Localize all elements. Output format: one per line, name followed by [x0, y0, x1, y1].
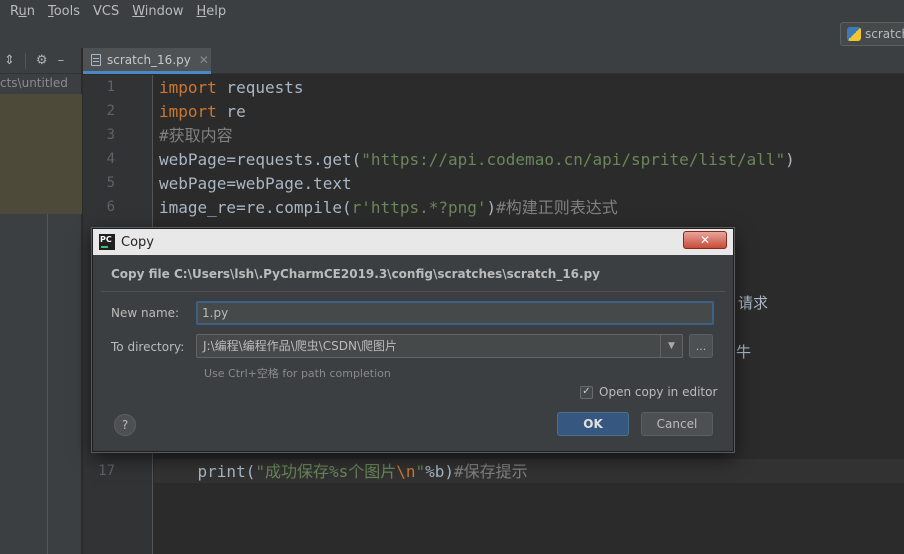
- line-number: 5: [106, 175, 115, 191]
- gear-icon[interactable]: ⚙: [36, 53, 48, 68]
- tab-label: scratch_16.py: [107, 52, 191, 67]
- line-number: 3: [106, 127, 115, 143]
- main-toolbar: scratch: [0, 22, 904, 48]
- new-name-input[interactable]: 1.py: [196, 301, 714, 325]
- line-number: 6: [106, 199, 115, 215]
- open-copy-checkbox-row[interactable]: ✓ Open copy in editor: [580, 385, 717, 399]
- line-number: 4: [106, 151, 115, 167]
- run-config-selector[interactable]: scratch: [840, 22, 904, 46]
- menu-window[interactable]: Window: [132, 4, 183, 19]
- tab-scratch-16[interactable]: scratch_16.py ✕: [83, 48, 211, 74]
- run-config-label: scratch: [865, 27, 904, 41]
- close-tab-icon[interactable]: ✕: [199, 53, 209, 67]
- python-icon: [847, 27, 861, 41]
- dialog-title: Copy: [121, 234, 154, 250]
- new-name-label: New name:: [111, 306, 180, 320]
- code-line: #获取内容: [159, 126, 233, 145]
- path-completion-hint: Use Ctrl+空格 for path completion: [204, 367, 391, 380]
- directory-value: J:\编程\编程作品\爬虫\CSDN\爬图片: [203, 339, 398, 353]
- to-directory-label: To directory:: [111, 340, 185, 354]
- close-button[interactable]: ✕: [683, 231, 727, 249]
- open-copy-label: Open copy in editor: [599, 385, 718, 399]
- menu-run[interactable]: Run: [10, 4, 35, 19]
- line-number: 1: [106, 79, 115, 95]
- line-number: 17: [98, 463, 115, 479]
- help-button[interactable]: ?: [114, 414, 136, 436]
- python-file-icon: [91, 53, 101, 66]
- dialog-titlebar[interactable]: PC Copy ✕: [93, 229, 733, 255]
- divider: [101, 291, 725, 292]
- open-copy-checkbox[interactable]: ✓: [580, 385, 593, 399]
- project-panel-header: ⇕ ⚙ –: [0, 48, 81, 74]
- browse-button[interactable]: ...: [689, 334, 713, 358]
- code-line: import requests: [159, 78, 304, 97]
- project-tree-selection: [0, 94, 82, 214]
- divider: [24, 52, 26, 69]
- partial-comment-fragment: 请求: [738, 294, 769, 312]
- editor-tab-bar: scratch_16.py ✕: [83, 48, 904, 74]
- code-line: import re: [159, 102, 246, 121]
- line-number: 2: [106, 103, 115, 119]
- project-path[interactable]: cts\untitled: [0, 75, 81, 91]
- minimize-icon[interactable]: –: [58, 53, 65, 68]
- menu-bar: Run Tools VCS Window Help: [0, 0, 904, 22]
- menu-vcs[interactable]: VCS: [93, 4, 119, 19]
- project-panel: ⇕ ⚙ – cts\untitled: [0, 48, 82, 554]
- code-line: print("成功保存%s个图片\n"%b)#保存提示: [159, 462, 528, 481]
- menu-help[interactable]: Help: [197, 4, 227, 19]
- chevron-down-icon[interactable]: ▼: [660, 335, 682, 357]
- code-line: webPage=requests.get("https://api.codema…: [159, 150, 795, 169]
- menu-tools[interactable]: Tools: [48, 4, 80, 19]
- ok-button[interactable]: OK: [557, 412, 629, 436]
- pycharm-icon: PC: [99, 234, 115, 250]
- copy-dialog: PC Copy ✕ Copy file C:\Users\lsh\.PyChar…: [92, 228, 734, 452]
- code-line: image_re=re.compile(r'https.*?png')#构建正则…: [159, 198, 618, 217]
- project-tree-area: [0, 214, 48, 554]
- collapse-all-icon[interactable]: ⇕: [4, 53, 15, 68]
- to-directory-combobox[interactable]: J:\编程\编程作品\爬虫\CSDN\爬图片 ▼: [196, 334, 683, 358]
- dialog-heading: Copy file C:\Users\lsh\.PyCharmCE2019.3\…: [111, 267, 600, 281]
- partial-comment-fragment: 牛: [736, 343, 752, 361]
- cancel-button[interactable]: Cancel: [641, 412, 713, 436]
- code-line: webPage=webPage.text: [159, 174, 352, 193]
